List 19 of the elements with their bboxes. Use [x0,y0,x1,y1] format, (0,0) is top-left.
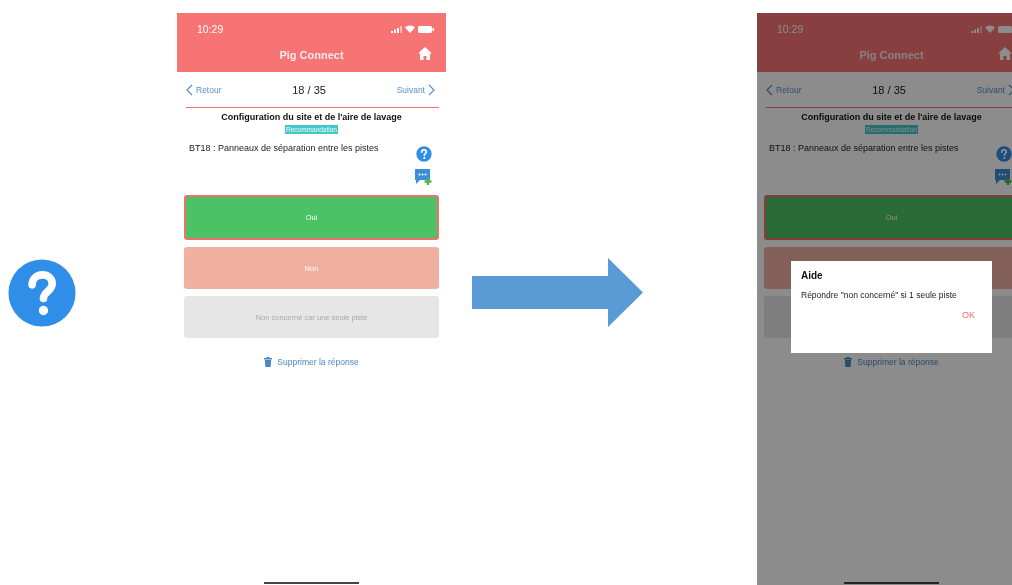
section-title: Configuration du site et de l'aire de lavage [800,112,983,122]
back-link[interactable]: Retour [186,83,222,96]
section-title: Configuration du site et de l'aire de lavage [220,112,403,122]
status-time: 10:29 [197,23,224,35]
status-time: 10:29 [777,23,804,35]
delete-answer-link[interactable]: Supprimer la réponse [177,357,446,367]
next-link[interactable]: Suivant [396,83,435,96]
app-title: Pig Connect [279,48,344,61]
question-counter: 18 / 35 [292,83,326,96]
app-title: Pig Connect [859,48,924,61]
delete-answer-link[interactable]: Supprimer la réponse [757,357,1012,367]
ok-button[interactable]: OK [962,310,975,320]
question-text: BT18 : Panneaux de séparation entre les pistes [769,143,959,155]
dialog-message: Répondre "non concerné" si 1 seule piste [801,290,958,301]
back-link[interactable]: Retour [766,83,802,96]
next-link[interactable]: Suivant [976,83,1012,96]
dialog-title: Aide [801,270,824,281]
question-text: BT18 : Panneaux de séparation entre les pistes [189,143,379,155]
question-counter: 18 / 35 [872,83,906,96]
